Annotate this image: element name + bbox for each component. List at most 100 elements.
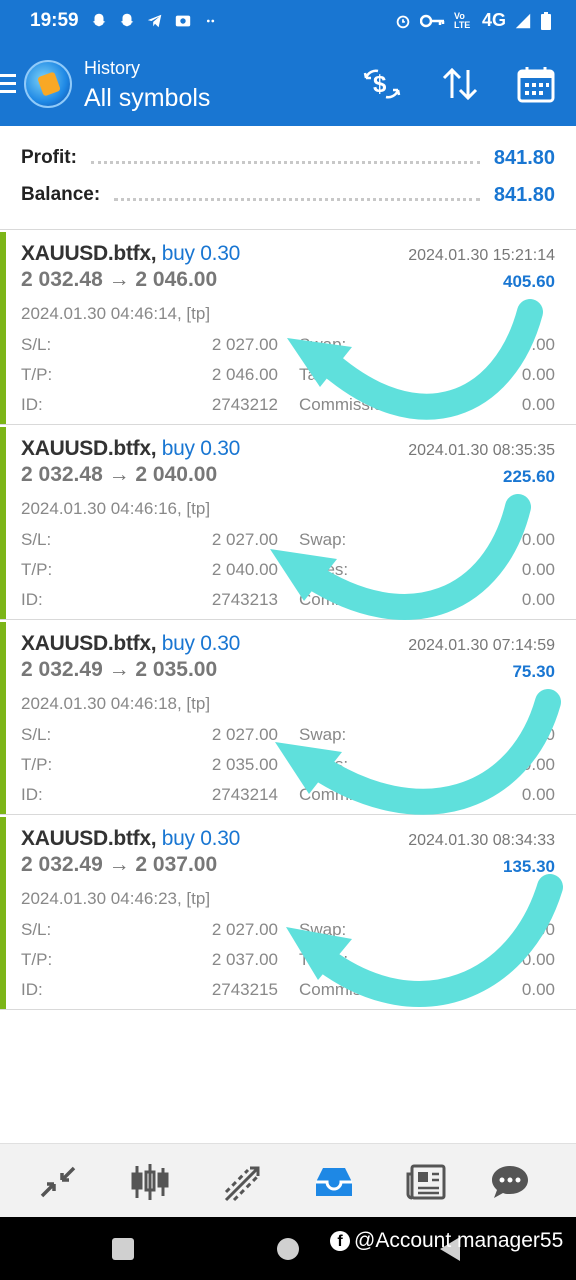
- tp-label: T/P:: [21, 950, 53, 969]
- taxes-label: Taxes:: [299, 950, 349, 969]
- tp-value: 2 037.00: [211, 950, 278, 969]
- deal-profit: 135.30: [503, 857, 555, 876]
- taxes-label: Taxes:: [299, 560, 349, 579]
- id-value: 2743212: [211, 395, 278, 414]
- snapchat-icon: [92, 13, 106, 27]
- telegram-icon: [147, 14, 162, 28]
- commission-label: Commission:: [299, 395, 398, 414]
- profit-indicator-bar: [0, 232, 6, 424]
- swap-label: Swap:: [299, 335, 347, 354]
- news-icon[interactable]: [404, 1160, 448, 1204]
- tp-label: T/P:: [21, 755, 53, 774]
- swap-value: 0.00: [521, 725, 555, 744]
- deal-close-time: 2024.01.30 08:34:33: [408, 832, 555, 849]
- id-value: 2743213: [211, 590, 278, 609]
- deal-row[interactable]: XAUUSD.btfx, buy 0.30 2 032.48 → 2 046.0…: [0, 230, 576, 425]
- currency-exchange-icon[interactable]: $: [362, 64, 402, 104]
- history-icon[interactable]: [312, 1160, 356, 1204]
- swap-label: Swap:: [299, 530, 347, 549]
- notification-icons: [90, 12, 220, 30]
- app-icon: [175, 15, 191, 27]
- commission-value: 0.00: [521, 395, 555, 414]
- sl-label: S/L:: [21, 530, 52, 549]
- id-value: 2743215: [211, 980, 278, 999]
- deal-open-time: 2024.01.30 04:46:16, [tp]: [21, 499, 211, 518]
- tp-label: T/P:: [21, 365, 53, 384]
- chat-icon[interactable]: [488, 1160, 532, 1204]
- tp-value: 2 046.00: [211, 365, 278, 384]
- menu-icon[interactable]: [0, 74, 16, 94]
- sl-value: 2 027.00: [211, 335, 278, 354]
- system-indicators: Vo LTE 4G: [394, 10, 552, 31]
- profit-indicator-bar: [0, 817, 6, 1009]
- deal-close-time: 2024.01.30 08:35:35: [408, 442, 555, 459]
- swap-value: 0.00: [521, 530, 555, 549]
- taxes-value: 0.00: [521, 755, 555, 774]
- status-bar: 19:59 Vo LTE 4G: [0, 0, 576, 44]
- deal-row[interactable]: XAUUSD.btfx, buy 0.30 2 032.49 → 2 035.0…: [0, 620, 576, 815]
- deal-title: XAUUSD.btfx, buy 0.30: [21, 827, 240, 850]
- svg-text:$: $: [373, 71, 387, 98]
- deal-prices: 2 032.49 → 2 037.00: [21, 853, 218, 876]
- commission-label: Commission:: [299, 980, 398, 999]
- taxes-label: Taxes:: [299, 365, 349, 384]
- bottom-navigation: [0, 1143, 576, 1217]
- id-value: 2743214: [211, 785, 278, 804]
- deal-prices: 2 032.48 → 2 040.00: [21, 463, 218, 486]
- id-label: ID:: [21, 590, 43, 609]
- dotted-leader: [114, 197, 480, 201]
- recents-button[interactable]: [112, 1238, 134, 1260]
- taxes-value: 0.00: [521, 365, 555, 384]
- calendar-icon[interactable]: [516, 64, 556, 104]
- symbol-filter[interactable]: All symbols: [84, 84, 210, 113]
- profit-value: 841.80: [493, 146, 555, 169]
- sl-label: S/L:: [21, 335, 52, 354]
- swap-label: Swap:: [299, 920, 347, 939]
- sl-value: 2 027.00: [211, 920, 278, 939]
- quotes-icon[interactable]: [36, 1160, 80, 1204]
- key-icon: [419, 14, 445, 27]
- tp-value: 2 035.00: [211, 755, 278, 774]
- swap-value: 0.00: [521, 920, 555, 939]
- alarm-icon: [396, 15, 410, 28]
- status-time: 19:59: [30, 10, 79, 31]
- signal-icon: [515, 13, 531, 28]
- trade-icon[interactable]: [220, 1160, 264, 1204]
- history-summary: Profit: 841.80 Balance: 841.80: [0, 126, 576, 230]
- chart-icon[interactable]: [128, 1160, 172, 1204]
- commission-value: 0.00: [521, 590, 555, 609]
- network-type: 4G: [481, 10, 506, 30]
- commission-label: Commission:: [299, 590, 398, 609]
- sl-value: 2 027.00: [211, 530, 278, 549]
- deal-profit: 75.30: [512, 662, 555, 681]
- profit-indicator-bar: [0, 622, 6, 814]
- deal-open-time: 2024.01.30 04:46:18, [tp]: [21, 694, 211, 713]
- deal-title: XAUUSD.btfx, buy 0.30: [21, 437, 240, 460]
- deal-title: XAUUSD.btfx, buy 0.30: [21, 242, 240, 265]
- profit-row: Profit: 841.80: [21, 143, 555, 173]
- screen-subtitle: History: [84, 58, 141, 78]
- taxes-value: 0.00: [521, 560, 555, 579]
- deal-row[interactable]: XAUUSD.btfx, buy 0.30 2 032.49 → 2 037.0…: [0, 815, 576, 1010]
- id-label: ID:: [21, 785, 43, 804]
- home-button[interactable]: [277, 1238, 299, 1260]
- app-bar: History All symbols $: [0, 44, 576, 126]
- commission-value: 0.00: [521, 980, 555, 999]
- balance-row: Balance: 841.80: [21, 180, 555, 210]
- deal-title: XAUUSD.btfx, buy 0.30: [21, 632, 240, 655]
- facebook-icon: f: [330, 1231, 350, 1251]
- id-label: ID:: [21, 980, 43, 999]
- balance-value: 841.80: [493, 183, 555, 206]
- swap-label: Swap:: [299, 725, 347, 744]
- sort-icon[interactable]: [440, 64, 480, 104]
- app-logo: [24, 60, 72, 108]
- watermark: f @Account manager55: [330, 1229, 563, 1253]
- commission-label: Commission:: [299, 785, 398, 804]
- snapchat-icon: [120, 13, 134, 27]
- commission-value: 0.00: [521, 785, 555, 804]
- deal-row[interactable]: XAUUSD.btfx, buy 0.30 2 032.48 → 2 040.0…: [0, 425, 576, 620]
- id-label: ID:: [21, 395, 43, 414]
- sl-value: 2 027.00: [211, 725, 278, 744]
- taxes-label: Taxes:: [299, 755, 349, 774]
- watermark-text: @Account manager55: [354, 1229, 564, 1252]
